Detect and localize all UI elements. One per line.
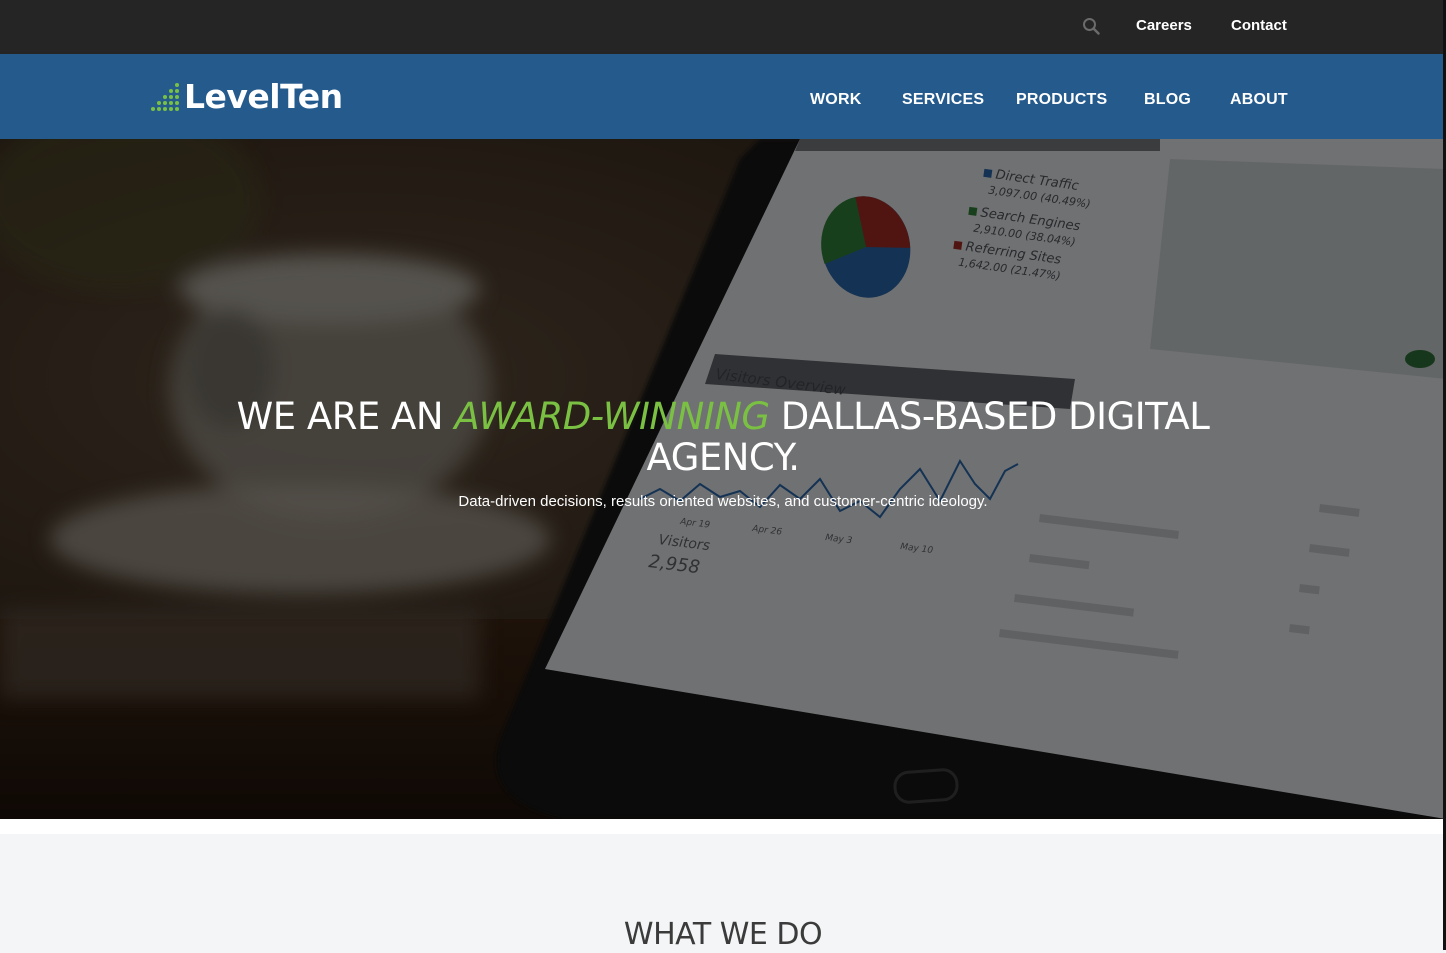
hero-title-start: WE ARE AN	[236, 395, 455, 438]
section-divider	[0, 819, 1446, 834]
hero-title-accent: AWARD-WINNING	[454, 395, 770, 438]
main-navbar: LevelTen WORK SERVICES PRODUCTS BLOG ABO…	[0, 54, 1446, 139]
logo-text: LevelTen	[184, 77, 343, 116]
contact-link[interactable]: Contact	[1231, 17, 1287, 34]
nav-work[interactable]: WORK	[810, 91, 861, 109]
what-we-do-title: WHAT WE DO	[623, 917, 823, 952]
careers-link[interactable]: Careers	[1136, 17, 1192, 34]
search-icon[interactable]	[1082, 17, 1100, 35]
nav-about[interactable]: ABOUT	[1230, 91, 1288, 109]
top-utility-bar: Careers Contact	[0, 0, 1446, 55]
logo-bars-icon	[151, 83, 179, 111]
nav-products[interactable]: PRODUCTS	[1016, 91, 1107, 109]
hero-title: WE ARE AN AWARD-WINNING DALLAS-BASED DIG…	[173, 396, 1273, 478]
levelten-logo[interactable]: LevelTen	[150, 79, 343, 115]
what-we-do-section: WHAT WE DO	[0, 834, 1446, 952]
hero-banner: Visitors Overview Direct Traffic 3,097.0…	[0, 139, 1446, 819]
nav-services[interactable]: SERVICES	[902, 91, 984, 109]
nav-blog[interactable]: BLOG	[1144, 91, 1191, 109]
hero-background-image: Visitors Overview Direct Traffic 3,097.0…	[0, 139, 1446, 819]
hero-subtitle: Data-driven decisions, results oriented …	[458, 493, 988, 510]
